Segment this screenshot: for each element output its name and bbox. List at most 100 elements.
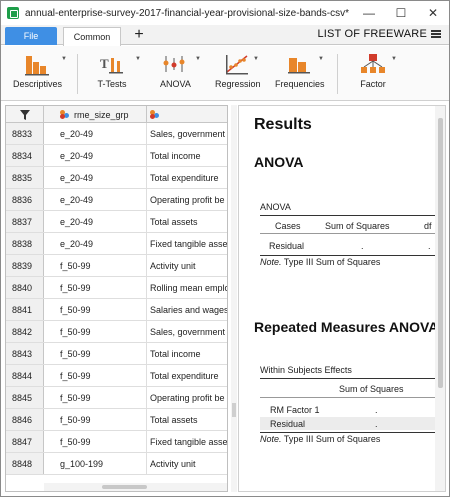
- cell-variable[interactable]: Operating profit be: [147, 387, 227, 408]
- table-row[interactable]: 8835 e_20-49 Total expenditure: [6, 167, 227, 189]
- tab-file[interactable]: File: [5, 27, 57, 45]
- panel-splitter[interactable]: [231, 105, 237, 492]
- vertical-scrollbar[interactable]: [435, 106, 445, 491]
- cell-variable[interactable]: Total assets: [147, 211, 227, 232]
- descriptives-button[interactable]: Descriptives: [13, 52, 62, 89]
- row-number[interactable]: 8839: [6, 255, 44, 276]
- frequencies-dropdown-icon[interactable]: ▼: [318, 56, 324, 62]
- cell-rme-size-grp[interactable]: e_20-49: [44, 167, 147, 188]
- scrollbar-thumb[interactable]: [438, 118, 443, 388]
- cell-rme-size-grp[interactable]: f_50-99: [44, 277, 147, 298]
- row-number[interactable]: 8841: [6, 299, 44, 320]
- table-row[interactable]: 8848 g_100-199 Activity unit: [6, 453, 227, 475]
- anova-dropdown-icon[interactable]: ▼: [195, 56, 201, 62]
- cell-rme-size-grp[interactable]: e_20-49: [44, 145, 147, 166]
- window-controls: — ☐ ✕: [353, 1, 449, 25]
- factor-dropdown-icon[interactable]: ▼: [391, 56, 397, 62]
- cell-variable[interactable]: Total income: [147, 343, 227, 364]
- data-grid[interactable]: rme_size_grp 8833 e_20-49 Sales, governmen…: [5, 105, 228, 492]
- table-row[interactable]: 8843 f_50-99 Total income: [6, 343, 227, 365]
- row-number[interactable]: 8840: [6, 277, 44, 298]
- cell-rme-size-grp[interactable]: e_20-49: [44, 189, 147, 210]
- cell-rme-size-grp[interactable]: f_50-99: [44, 387, 147, 408]
- factor-icon: [361, 54, 385, 73]
- cell-rme-size-grp[interactable]: e_20-49: [44, 233, 147, 254]
- row-number[interactable]: 8846: [6, 409, 44, 430]
- cell-variable[interactable]: Activity unit: [147, 453, 227, 474]
- factor-button[interactable]: Factor: [358, 52, 388, 89]
- descriptives-dropdown-icon[interactable]: ▼: [61, 56, 67, 62]
- results-panel: Results ANOVA ANOVA Cases Sum of Squares…: [238, 105, 446, 492]
- anova-button[interactable]: ANOVA: [160, 52, 191, 89]
- note-label: Note.: [260, 257, 282, 267]
- cell-variable[interactable]: Activity unit: [147, 255, 227, 276]
- table-row[interactable]: 8837 e_20-49 Total assets: [6, 211, 227, 233]
- ttests-button[interactable]: T T-Tests: [97, 52, 127, 89]
- tab-bar: File Common + LIST OF FREEWARE: [1, 25, 449, 46]
- table-row[interactable]: 8847 f_50-99 Fixed tangible asse: [6, 431, 227, 453]
- cell-rme-size-grp[interactable]: f_50-99: [44, 255, 147, 276]
- cell-rme-size-grp[interactable]: g_100-199: [44, 453, 147, 474]
- row-number[interactable]: 8835: [6, 167, 44, 188]
- frequencies-label: Frequencies: [275, 79, 325, 89]
- cell-rme-size-grp[interactable]: f_50-99: [44, 409, 147, 430]
- brand-label: LIST OF FREEWARE: [317, 28, 441, 40]
- row-number[interactable]: 8837: [6, 211, 44, 232]
- cell-variable[interactable]: Fixed tangible asse: [147, 431, 227, 452]
- menu-icon[interactable]: [431, 30, 441, 38]
- filter-button[interactable]: [6, 106, 44, 123]
- cell-rme-size-grp[interactable]: f_50-99: [44, 365, 147, 386]
- minimize-button[interactable]: —: [353, 1, 385, 25]
- table-row[interactable]: 8845 f_50-99 Operating profit be: [6, 387, 227, 409]
- table-row[interactable]: 8833 e_20-49 Sales, government: [6, 123, 227, 145]
- cell-variable[interactable]: Operating profit be: [147, 189, 227, 210]
- regression-dropdown-icon[interactable]: ▼: [253, 56, 259, 62]
- cell-rme-size-grp[interactable]: f_50-99: [44, 299, 147, 320]
- table-row[interactable]: 8844 f_50-99 Total expenditure: [6, 365, 227, 387]
- tab-common[interactable]: Common: [63, 27, 121, 46]
- cell-variable[interactable]: Fixed tangible asse: [147, 233, 227, 254]
- table-row[interactable]: 8842 f_50-99 Sales, government: [6, 321, 227, 343]
- add-tab-button[interactable]: +: [131, 25, 147, 45]
- cell-variable[interactable]: Rolling mean emplo: [147, 277, 227, 298]
- cell-variable[interactable]: Salaries and wages: [147, 299, 227, 320]
- cell-variable[interactable]: Total expenditure: [147, 365, 227, 386]
- table-row[interactable]: 8841 f_50-99 Salaries and wages: [6, 299, 227, 321]
- scrollbar-thumb[interactable]: [102, 485, 147, 489]
- table-row[interactable]: 8838 e_20-49 Fixed tangible asse: [6, 233, 227, 255]
- column-header-rme-size-grp[interactable]: rme_size_grp: [44, 106, 147, 123]
- row-number[interactable]: 8844: [6, 365, 44, 386]
- column-header-variable[interactable]: [147, 106, 227, 123]
- cell-variable[interactable]: Sales, government: [147, 321, 227, 342]
- table-row[interactable]: 8834 e_20-49 Total income: [6, 145, 227, 167]
- row-number[interactable]: 8848: [6, 453, 44, 474]
- cell-rme-size-grp[interactable]: e_20-49: [44, 123, 147, 144]
- row-number[interactable]: 8842: [6, 321, 44, 342]
- cell-variable[interactable]: Total expenditure: [147, 167, 227, 188]
- table-row[interactable]: 8839 f_50-99 Activity unit: [6, 255, 227, 277]
- close-button[interactable]: ✕: [417, 1, 449, 25]
- table-row[interactable]: 8846 f_50-99 Total assets: [6, 409, 227, 431]
- row-number[interactable]: 8845: [6, 387, 44, 408]
- app-icon: [7, 7, 19, 19]
- maximize-button[interactable]: ☐: [385, 1, 417, 25]
- regression-icon: [225, 55, 248, 75]
- cell-variable[interactable]: Total income: [147, 145, 227, 166]
- table-row[interactable]: 8840 f_50-99 Rolling mean emplo: [6, 277, 227, 299]
- row-number[interactable]: 8836: [6, 189, 44, 210]
- cell-rme-size-grp[interactable]: f_50-99: [44, 431, 147, 452]
- table-row[interactable]: 8836 e_20-49 Operating profit be: [6, 189, 227, 211]
- row-number[interactable]: 8833: [6, 123, 44, 144]
- cell-variable[interactable]: Total assets: [147, 409, 227, 430]
- cell-rme-size-grp[interactable]: f_50-99: [44, 321, 147, 342]
- splitter-handle[interactable]: [232, 403, 236, 417]
- row-number[interactable]: 8838: [6, 233, 44, 254]
- row-number[interactable]: 8843: [6, 343, 44, 364]
- cell-rme-size-grp[interactable]: f_50-99: [44, 343, 147, 364]
- row-number[interactable]: 8847: [6, 431, 44, 452]
- row-number[interactable]: 8834: [6, 145, 44, 166]
- horizontal-scrollbar[interactable]: [44, 483, 227, 491]
- ttests-dropdown-icon[interactable]: ▼: [135, 56, 141, 62]
- cell-rme-size-grp[interactable]: e_20-49: [44, 211, 147, 232]
- cell-variable[interactable]: Sales, government: [147, 123, 227, 144]
